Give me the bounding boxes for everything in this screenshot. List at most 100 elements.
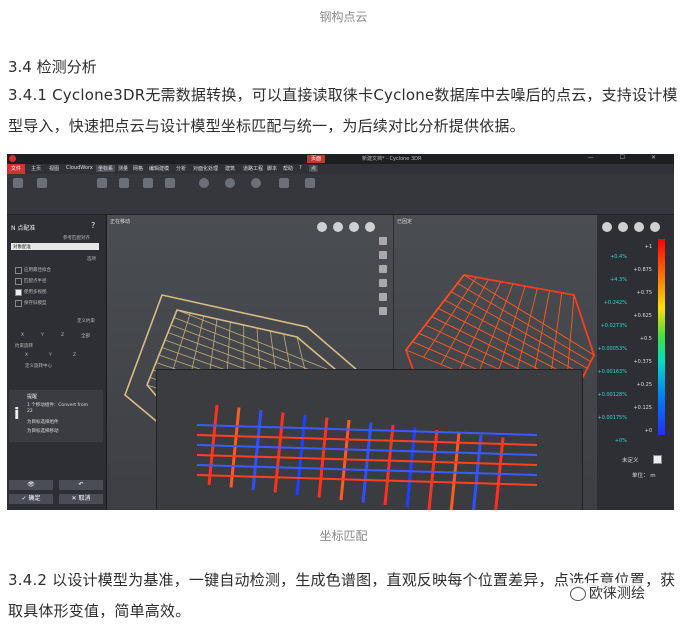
window-title: 新建文档* - Cyclone 3DR [362,156,422,162]
object-select[interactable]: 对象配准 [11,243,99,250]
preview-eye-button[interactable]: 👁 [9,480,53,490]
rotation-z[interactable]: Z [73,353,76,358]
column-member [361,422,373,503]
ok-cancel-row: ✓ 确定 ✕ 取消 [9,494,103,504]
image-caption-top: 钢构点云 [319,10,368,24]
menu-home[interactable]: 主页 [31,165,41,172]
menu-road[interactable]: 道路工程 [243,165,263,172]
beam-line [475,283,514,380]
legend-tool-3-icon[interactable] [634,222,644,232]
menu-view[interactable]: 视图 [49,165,59,172]
rotation-label: 约束旋转 [15,344,33,349]
menu-surface[interactable]: 对面化处理 [193,165,218,172]
legend-percent: +0.00175% [597,415,627,421]
undo-button[interactable]: ↶ [59,480,103,490]
legend-percent: +0% [614,438,627,444]
rotation-x[interactable]: X [25,353,28,358]
info-box: i 提醒 1 个移动组件：Convert from 22 为目标选择组件 为目标… [9,390,103,442]
menu-coordinates[interactable]: 坐标系 [96,165,116,172]
menu-measure[interactable]: 测量 [118,165,128,172]
column-member [273,412,285,493]
legend-percent: +0.0273% [600,323,627,329]
ribbon-tool-4-icon[interactable] [119,178,129,188]
ribbon-tool-2-icon[interactable] [37,178,47,188]
inset-deviation-model [156,369,583,510]
roof-beam [196,434,538,446]
option-multiview-checkbox[interactable] [15,289,22,296]
option-radius-label: 匹配点半径 [24,279,47,284]
menu-script[interactable]: 脚本 [267,165,277,172]
option-keep-model-checkbox[interactable] [15,300,22,307]
option-radius-checkbox[interactable] [15,278,22,285]
legend-tool-2-icon[interactable] [618,222,628,232]
menu-mesh[interactable]: 网格 [133,165,143,172]
window-controls-icon[interactable]: — ☐ ✕ [588,154,668,161]
panel-help-icon[interactable]: ? [91,221,95,230]
menu-edit-model[interactable]: 编辑建模 [149,165,169,172]
ribbon-tool-7-icon[interactable] [199,178,209,188]
menu-building[interactable]: 建筑 [225,165,235,172]
legend-percent: +0.242% [603,300,627,306]
legend-value: +0.25 [636,382,652,388]
wechat-icon [570,587,586,601]
constraints-section-label: 定义约束 [77,319,95,324]
ribbon-tool-10-icon[interactable] [279,178,289,188]
ribbon-tool-6-icon[interactable] [165,178,175,188]
option-best-fit-checkbox[interactable] [15,267,22,274]
info-line-1: 1 个移动组件：Convert from [27,403,88,408]
column-member [449,432,461,510]
legend-percent: +0.4% [610,254,627,260]
roof-beam [196,424,538,436]
menu-analysis[interactable]: 分析 [176,165,186,172]
menu-question[interactable]: ? [299,165,302,171]
ok-button[interactable]: ✓ 确定 [9,494,53,504]
legend-value: +0.5 [639,336,652,342]
ribbon-tool-3-icon[interactable] [97,178,107,188]
rotation-center-option[interactable]: 定义旋转中心 [25,363,52,369]
column-member [251,409,263,491]
ribbon-tool-5-icon[interactable] [143,178,153,188]
legend-percent: +4.3% [610,277,627,283]
cancel-button[interactable]: ✕ 取消 [59,494,103,504]
option-multiview-label: 使用多视图 [24,290,47,295]
ribbon-tool-9-icon[interactable] [251,178,261,188]
menu-help[interactable]: 帮助 [283,165,293,172]
info-line-2: 22 [27,409,33,414]
legend-tool-1-icon[interactable] [602,222,612,232]
info-icon: i [14,404,20,423]
align-reference-label: 参考匹配对齐 [63,236,90,241]
ribbon-tool-11-icon[interactable] [305,178,315,188]
ribbon-toolbar [7,174,674,215]
column-member [383,424,395,506]
ribbon-tool-1-icon[interactable] [13,178,23,188]
n-point-registration-panel: N 点配准 ? 参考匹配对齐 对象配准 选项 应用最佳拟合 匹配点半径 使用多视… [7,215,107,510]
ribbon-tool-8-icon[interactable] [225,178,235,188]
legend-percent: +0.00163% [597,369,627,375]
watermark-text: 欧徕测绘 [589,586,645,602]
options-section-label: 选项 [87,257,96,262]
app-logo-icon [9,155,16,162]
rotation-y[interactable]: Y [49,353,52,358]
color-scale-bar [658,239,665,435]
object-select-value: 对象配准 [13,245,31,250]
menu-file[interactable]: 文件 [7,164,25,174]
legend-tool-4-icon[interactable] [650,222,660,232]
option-best-fit-label: 应用最佳拟合 [24,268,51,273]
context-badge: 页面 [307,155,326,163]
constraint-all[interactable]: 全部 [81,333,90,339]
info-line-4: 为目标选择移动 [27,429,59,434]
paragraph-3-4-1: 3.4.1 Cyclone3DR无需数据转换，可以直接读取徕卡Cyclone数据… [8,86,678,135]
cyclone3dr-screenshot: 页面 新建文档* - Cyclone 3DR — ☐ ✕ 文件 主页 视图 Cl… [7,154,674,510]
menu-cloudworx[interactable]: CloudWorx [66,165,93,171]
constraint-x[interactable]: X [21,333,24,338]
constraint-z[interactable]: Z [61,333,64,338]
undefined-swatch [653,455,662,464]
legend-percent: +0.00053% [597,346,627,352]
undefined-label: 未定义 [622,458,639,464]
info-title: 提醒 [27,394,38,400]
menu-point[interactable]: 点 [309,165,319,172]
constraint-y[interactable]: Y [41,333,44,338]
info-line-3: 为目标选择组件 [27,420,59,425]
option-keep-model-label: 保存旧模型 [24,301,47,306]
legend-value: +0.125 [633,405,652,411]
